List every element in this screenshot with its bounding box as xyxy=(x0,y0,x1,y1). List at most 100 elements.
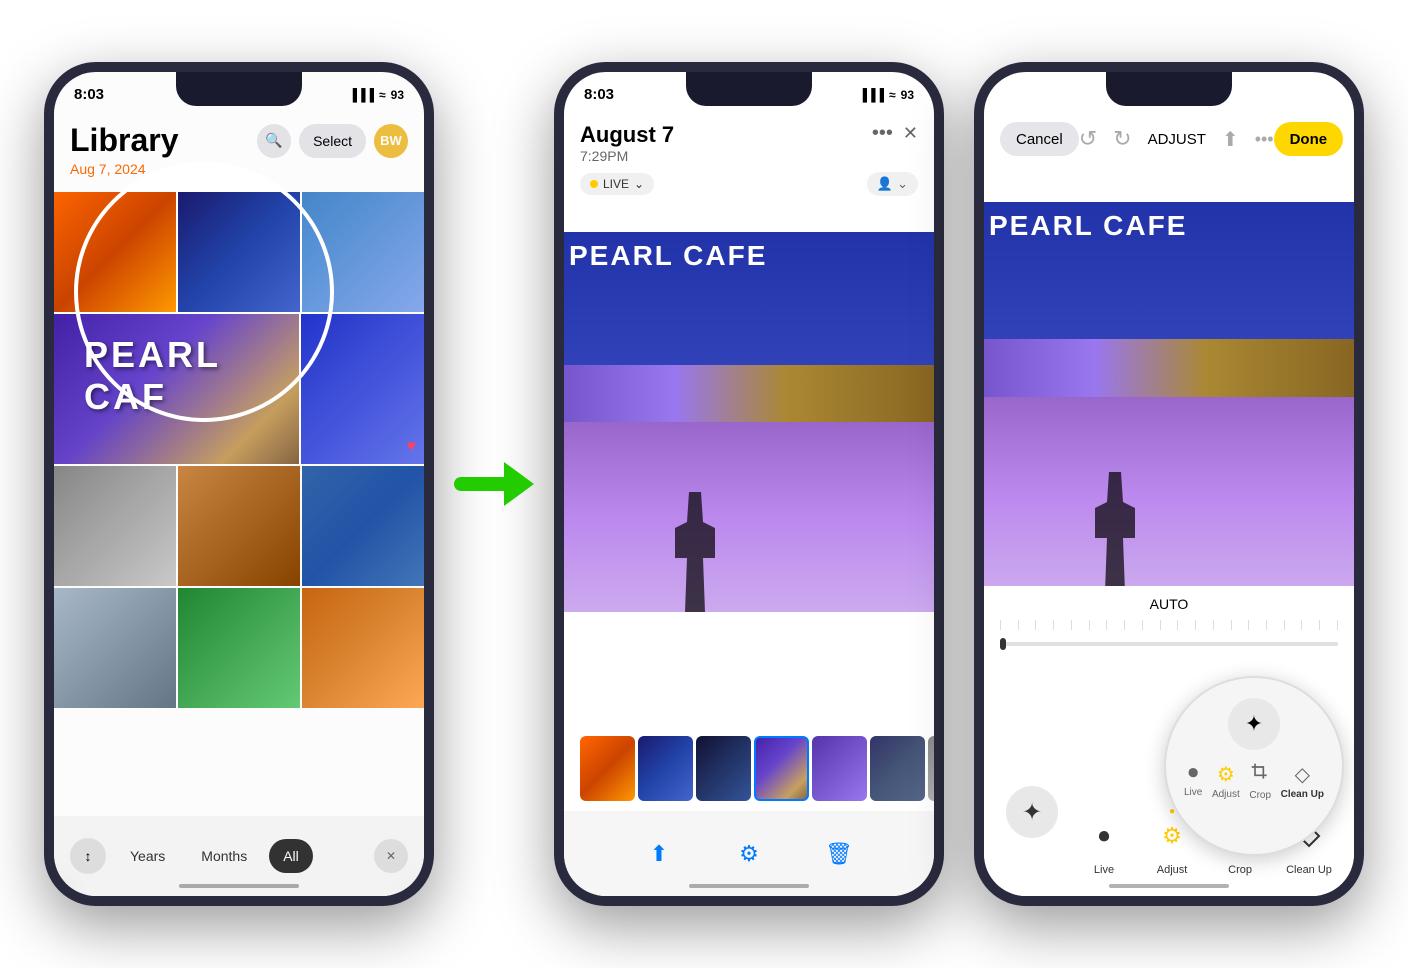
tick xyxy=(1213,620,1214,630)
zoom-cleanup-icon[interactable]: ◇ xyxy=(1295,762,1310,787)
tick xyxy=(1231,620,1232,630)
adjustment-slider[interactable] xyxy=(1000,642,1338,646)
delete-button[interactable]: 🗑 xyxy=(819,834,859,874)
magic-wand-button[interactable]: ✦ xyxy=(1006,786,1058,838)
photo-date-block: August 7 7:29PM xyxy=(580,122,674,164)
slider-thumb[interactable] xyxy=(1000,638,1006,650)
edit-cafe-floor xyxy=(984,397,1354,592)
tick xyxy=(1301,620,1302,630)
battery-phone2: 93 xyxy=(901,88,914,102)
close-button-p2[interactable]: ✕ xyxy=(903,123,918,144)
grid-cell[interactable] xyxy=(54,192,176,312)
arrow-head xyxy=(504,462,534,506)
done-button[interactable]: Done xyxy=(1274,122,1344,156)
edit-tool-live: ⏺ Live xyxy=(1082,814,1126,876)
cafe-floor xyxy=(564,422,934,612)
more-button-edit[interactable]: ••• xyxy=(1255,129,1274,150)
tick-marks xyxy=(984,620,1354,630)
grid-row-2: PEARL CAF ♥ xyxy=(54,314,424,464)
film-thumb[interactable] xyxy=(638,736,693,801)
photo-meta-row: LIVE ⌄ 👤 ⌄ xyxy=(580,172,918,196)
trash-icon: 🗑 xyxy=(825,841,853,867)
tick xyxy=(1089,620,1090,630)
status-bar-phone2: 8:03 ▐▐▐ ≈ 93 xyxy=(584,86,914,103)
avatar-button[interactable]: BW xyxy=(374,124,408,158)
grid-cell[interactable] xyxy=(178,588,300,708)
grid-cell[interactable] xyxy=(178,192,300,312)
search-button[interactable]: 🔍 xyxy=(257,124,291,158)
grid-cell[interactable] xyxy=(178,466,300,586)
edit-button[interactable]: ⚙ xyxy=(729,834,769,874)
undo-button[interactable]: ↺ xyxy=(1079,126,1097,152)
cafe-sign: PEARL CAF xyxy=(84,334,299,418)
heart-icon: ♥ xyxy=(407,438,417,456)
wifi-icon: ≈ xyxy=(379,88,386,102)
filter-all[interactable]: All xyxy=(269,839,313,873)
share-button-edit[interactable]: ⬆ xyxy=(1222,127,1239,152)
library-title: Library xyxy=(70,122,178,159)
grid-cell[interactable] xyxy=(302,588,424,708)
cleanup-tool-label: Clean Up xyxy=(1286,864,1332,876)
adjust-icon: ⚙ xyxy=(739,841,759,867)
select-button[interactable]: Select xyxy=(299,124,366,158)
film-thumb[interactable] xyxy=(696,736,751,801)
arrow-container xyxy=(454,462,534,506)
tick xyxy=(1177,620,1178,630)
grid-cell[interactable] xyxy=(54,588,176,708)
film-thumb[interactable] xyxy=(812,736,867,801)
zoom-tools-row: ⏺ Live ⚙ Adjust Crop ◇ xyxy=(1176,762,1332,801)
tick xyxy=(1142,620,1143,630)
search-icon: 🔍 xyxy=(265,132,282,149)
live-badge[interactable]: LIVE ⌄ xyxy=(580,173,654,195)
zoom-live-label: Live xyxy=(1184,787,1202,798)
live-tool-button[interactable]: ⏺ xyxy=(1082,814,1126,858)
edit-cafe-bg: PEARL CAFE xyxy=(984,202,1354,592)
film-thumb[interactable] xyxy=(870,736,925,801)
grid-cell[interactable] xyxy=(54,466,176,586)
grid-cell[interactable] xyxy=(302,192,424,312)
grid-cell[interactable] xyxy=(302,466,424,586)
live-label: LIVE xyxy=(603,177,629,191)
home-indicator-p2 xyxy=(689,884,809,888)
grid-cell-cafe[interactable]: PEARL CAF xyxy=(54,314,299,464)
share-button[interactable]: ⬆ xyxy=(639,834,679,874)
film-thumb[interactable] xyxy=(580,736,635,801)
grid-cell[interactable]: ♥ xyxy=(301,314,424,464)
film-thumb[interactable] xyxy=(928,736,934,801)
zoom-crop-tool: Crop xyxy=(1249,762,1271,801)
zoom-cleanup-tool: ◇ Clean Up xyxy=(1281,762,1324,801)
photo-grid[interactable]: PEARL CAF ♥ xyxy=(54,192,424,816)
person-button[interactable]: 👤 ⌄ xyxy=(867,172,918,196)
edit-header: Cancel ↺ ↻ ADJUST ⬆ ••• Done xyxy=(984,122,1354,156)
tick xyxy=(1284,620,1285,630)
zoom-crop-label: Crop xyxy=(1249,790,1271,801)
home-indicator xyxy=(179,884,299,888)
signal-icon-p2: ▐▐▐ xyxy=(859,88,885,102)
close-icon: ✕ xyxy=(386,849,396,863)
tick xyxy=(1195,620,1196,630)
film-thumb[interactable] xyxy=(754,736,809,801)
slider-area xyxy=(984,620,1354,646)
more-button-p2[interactable]: ••• xyxy=(872,122,893,145)
cancel-button[interactable]: Cancel xyxy=(1000,122,1079,156)
sort-button[interactable]: ↕ xyxy=(70,838,106,874)
tick xyxy=(1124,620,1125,630)
zoom-live-icon[interactable]: ⏺ xyxy=(1188,762,1198,785)
redo-button[interactable]: ↻ xyxy=(1113,126,1131,152)
library-date: Aug 7, 2024 xyxy=(70,161,408,177)
zoom-cleanup-label: Clean Up xyxy=(1281,789,1324,800)
zoom-magic-wand[interactable]: ✦ xyxy=(1228,698,1280,750)
filter-years[interactable]: Years xyxy=(116,839,179,873)
live-chevron: ⌄ xyxy=(634,177,644,191)
filter-months[interactable]: Months xyxy=(187,839,261,873)
adjust-label: ADJUST xyxy=(1148,131,1206,148)
close-filter-button[interactable]: ✕ xyxy=(374,839,408,873)
zoom-adjust-icon[interactable]: ⚙ xyxy=(1217,762,1235,787)
main-photo-display: PEARL CAFE xyxy=(564,232,934,612)
photo-header-icons: ••• ✕ xyxy=(872,122,918,145)
status-icons-phone1: ▐▐▐ ≈ 93 xyxy=(349,88,404,102)
live-dot xyxy=(590,180,598,188)
zoom-crop-icon[interactable] xyxy=(1250,762,1270,788)
auto-label: AUTO xyxy=(984,586,1354,612)
grid-row-4 xyxy=(54,588,424,708)
